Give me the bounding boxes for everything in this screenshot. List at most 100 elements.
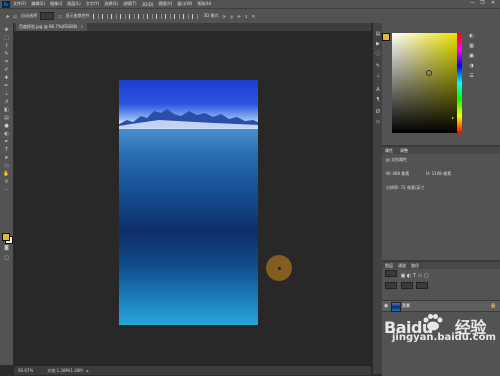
3d-rotate-icon[interactable]: ⟳ (222, 14, 225, 19)
filter-type-icon[interactable]: T (413, 273, 416, 279)
clone-source-icon[interactable]: ⊥ (375, 73, 381, 79)
menu-image[interactable]: 图像(I) (50, 1, 62, 7)
restore-button[interactable]: ❐ (480, 0, 484, 6)
color-picker-field[interactable] (392, 33, 457, 133)
distribute-center-icon[interactable] (182, 13, 189, 19)
character-icon[interactable]: A (375, 87, 381, 93)
3d-pan-icon[interactable]: ✣ (237, 14, 240, 19)
menu-file[interactable]: 文件(F) (13, 1, 26, 7)
actions-icon[interactable]: ▶ (375, 41, 381, 47)
brush-icon[interactable]: ✏ (3, 83, 10, 89)
zoom-level[interactable]: 66.67% (18, 368, 33, 373)
auto-select-dropdown[interactable] (39, 12, 54, 20)
distribute-left-icon[interactable] (173, 13, 180, 19)
distribute-middle-icon[interactable] (155, 13, 162, 19)
history-brush-icon[interactable]: ↺ (3, 99, 10, 105)
document-tab[interactable]: 百度经验.jpg @ 66.7%(RGB/8) × (16, 23, 87, 31)
menu-edit[interactable]: 编辑(E) (31, 1, 45, 7)
align-top-icon[interactable] (119, 13, 126, 19)
crop-icon[interactable]: ⌗ (3, 59, 10, 65)
align-center-icon[interactable] (101, 13, 108, 19)
marquee-icon[interactable]: ⬚ (3, 35, 10, 41)
3d-roll-icon[interactable]: ◎ (230, 14, 234, 19)
document-canvas[interactable] (119, 80, 258, 325)
quick-select-icon[interactable]: ✎ (3, 51, 10, 57)
history-icon[interactable]: ▤ (375, 31, 381, 37)
distribute-right-icon[interactable] (191, 13, 198, 19)
menu-3d[interactable]: 3D(D) (142, 2, 154, 7)
adjustments-panel-icon[interactable]: ◑ (468, 63, 475, 69)
quick-mask-icon[interactable]: ◙ (3, 245, 10, 251)
tab-layers[interactable]: 图层 (385, 262, 393, 269)
color-picker-marker[interactable] (426, 70, 432, 76)
blur-icon[interactable]: ● (3, 123, 10, 129)
hue-slider[interactable] (457, 33, 462, 133)
distribute-top-icon[interactable] (146, 13, 153, 19)
filter-pixel-icon[interactable]: ▣ (401, 273, 406, 279)
menu-select[interactable]: 选择(S) (104, 1, 118, 7)
filter-smart-icon[interactable]: ▢ (424, 273, 429, 279)
dodge-icon[interactable]: ◐ (3, 131, 10, 137)
hue-slider-arrow-icon[interactable]: ▸ (452, 115, 454, 120)
align-middle-icon[interactable] (128, 13, 135, 19)
tab-adjustments[interactable]: 调整 (400, 147, 408, 154)
notes-icon[interactable]: ▭ (375, 119, 381, 125)
filter-shape-icon[interactable]: ▭ (418, 273, 423, 279)
styles-panel-icon[interactable]: ☰ (468, 73, 475, 79)
gradient-icon[interactable]: ▤ (3, 115, 10, 121)
more-tools-icon[interactable]: ⋯ (3, 187, 10, 193)
status-arrow-icon[interactable]: ▸ (87, 368, 89, 373)
menu-window[interactable]: 窗口(W) (177, 1, 192, 7)
menu-type[interactable]: 文字(Y) (86, 1, 100, 7)
canvas-area[interactable] (14, 31, 371, 365)
screen-mode-icon[interactable]: ▢ (3, 255, 10, 261)
pen-icon[interactable]: ✒ (3, 139, 10, 145)
blend-mode-dropdown[interactable] (385, 282, 397, 289)
height-value[interactable]: 1148 像素 (432, 171, 451, 176)
close-tab-icon[interactable]: × (80, 24, 83, 29)
close-window-button[interactable]: ✕ (491, 0, 495, 6)
tab-channels[interactable]: 通道 (398, 262, 406, 269)
lasso-icon[interactable]: ℓ (3, 43, 10, 49)
distribute-bottom-icon[interactable] (164, 13, 171, 19)
move-tool-icon[interactable]: ✥ (6, 14, 9, 19)
brush-settings-icon[interactable]: ✎ (375, 63, 381, 69)
layer-kind-filter[interactable] (385, 270, 397, 277)
zoom-icon[interactable]: ⚲ (3, 179, 10, 185)
minimize-button[interactable]: — (470, 0, 475, 6)
info-icon[interactable]: ⓘ (375, 51, 381, 57)
menu-view[interactable]: 视图(V) (158, 1, 172, 7)
align-right-icon[interactable] (110, 13, 117, 19)
tab-paths[interactable]: 路径 (411, 262, 419, 269)
swatches-panel-icon[interactable]: ▦ (468, 43, 475, 49)
menu-filter[interactable]: 滤镜(T) (123, 1, 137, 7)
3d-slide-icon[interactable]: ⇕ (245, 14, 248, 19)
foreground-color-swatch[interactable] (2, 233, 10, 241)
menu-help[interactable]: 帮助(H) (197, 1, 211, 7)
hand-icon[interactable]: ✋ (3, 171, 10, 177)
picker-foreground-swatch[interactable] (382, 33, 390, 41)
shape-icon[interactable]: ▭ (3, 163, 10, 169)
glyphs-icon[interactable]: Ø (375, 109, 381, 115)
color-panel-icon[interactable]: ◐ (468, 33, 475, 39)
filter-adjust-icon[interactable]: ◐ (407, 273, 411, 279)
opacity-field[interactable] (400, 282, 413, 289)
healing-brush-icon[interactable]: ✚ (3, 75, 10, 81)
visibility-eye-icon[interactable]: ◉ (384, 303, 388, 309)
path-select-icon[interactable]: ➤ (3, 155, 10, 161)
eyedropper-icon[interactable]: ✐ (3, 67, 10, 73)
move-icon[interactable]: ✥ (3, 27, 10, 33)
width-value[interactable]: 488 像素 (392, 171, 409, 176)
auto-select-checkbox[interactable]: ☑ (13, 14, 17, 19)
align-left-icon[interactable] (92, 13, 99, 19)
layer-name[interactable]: 背景 (402, 303, 410, 309)
paragraph-icon[interactable]: ¶ (375, 97, 381, 103)
align-bottom-icon[interactable] (137, 13, 144, 19)
type-icon[interactable]: T (3, 147, 10, 153)
libraries-panel-icon[interactable]: ▣ (468, 53, 475, 59)
menu-layer[interactable]: 图层(L) (67, 1, 80, 7)
transform-checkbox[interactable]: ☐ (58, 14, 62, 19)
clone-stamp-icon[interactable]: ⊥ (3, 91, 10, 97)
fill-field[interactable] (416, 282, 429, 289)
tab-properties[interactable]: 属性 (385, 147, 393, 154)
